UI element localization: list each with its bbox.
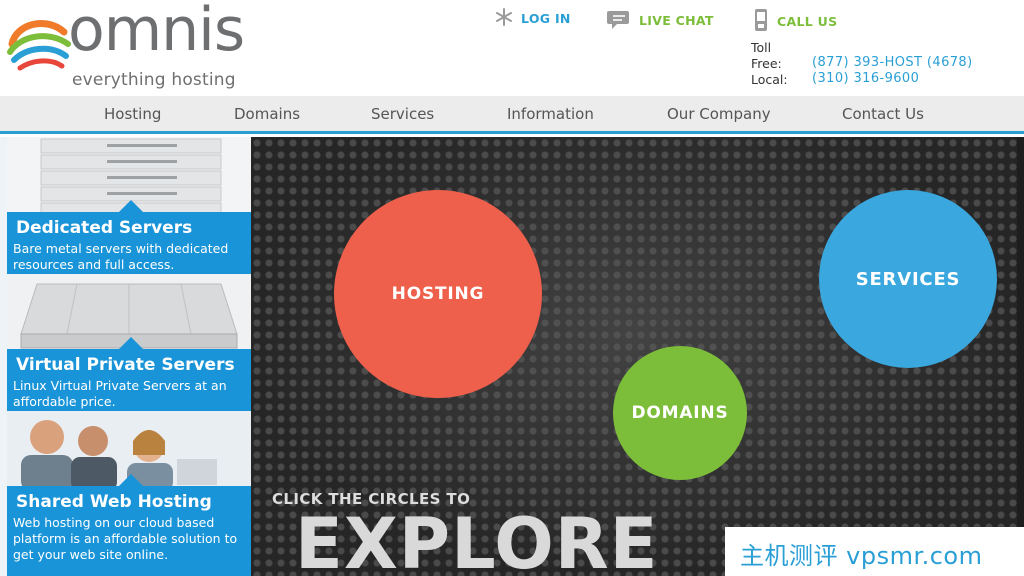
hosting-circle-button[interactable]: HOSTING — [334, 190, 542, 398]
vps-title: Virtual Private Servers — [16, 355, 235, 375]
login-link[interactable]: LOG IN — [495, 8, 571, 29]
domains-circle-label: DOMAINS — [631, 403, 729, 423]
hero-edge — [1017, 137, 1024, 576]
nav-item-domains[interactable]: Domains — [234, 96, 300, 131]
dedicated-title: Dedicated Servers — [16, 218, 193, 238]
logo-tagline: everything hosting — [72, 70, 236, 90]
shared-info-panel: Shared Web Hosting Web hosting on our cl… — [7, 474, 251, 576]
vps-description: Linux Virtual Private Servers at an affo… — [13, 378, 227, 409]
explore-heading: EXPLORE — [295, 503, 659, 576]
vps-info-panel: Virtual Private Servers Linux Virtual Pr… — [7, 337, 251, 411]
toll-label-line2: Free: — [751, 56, 782, 71]
toll-free-number[interactable]: (877) 393-HOST (4678) — [812, 55, 973, 70]
services-circle-button[interactable]: SERVICES — [819, 190, 997, 368]
nav-item-services[interactable]: Services — [371, 96, 434, 131]
omnis-logo-swirl-icon — [7, 20, 71, 71]
hero-banner: HOSTING SERVICES DOMAINS CLICK THE CIRCL… — [251, 137, 1017, 576]
card-virtual-private-servers[interactable]: Virtual Private Servers Linux Virtual Pr… — [7, 274, 251, 411]
call-us-link[interactable]: CALL US — [753, 8, 837, 35]
local-label: Local: — [751, 72, 788, 87]
phone-icon — [753, 8, 769, 35]
site-header: omnis everything hosting LOG IN LIVE CHA… — [0, 0, 1024, 96]
main-nav: Hosting Domains Services Information Our… — [0, 96, 1024, 134]
omnis-logo[interactable]: omnis everything hosting — [6, 0, 246, 90]
nav-item-hosting[interactable]: Hosting — [104, 96, 161, 131]
chat-bubble-icon — [607, 8, 631, 33]
asterisk-icon — [495, 8, 513, 29]
services-circle-label: SERVICES — [855, 268, 961, 290]
watermark-text: 主机测评 vpsmr.com — [740, 542, 983, 570]
watermark-banner: 主机测评 vpsmr.com — [725, 527, 1024, 576]
call-us-label: CALL US — [777, 14, 838, 29]
domains-circle-button[interactable]: DOMAINS — [613, 346, 747, 480]
nav-item-our-company[interactable]: Our Company — [667, 96, 771, 131]
live-chat-label: LIVE CHAT — [639, 13, 714, 28]
logo-wordmark: omnis — [68, 0, 245, 65]
local-number[interactable]: (310) 316-9600 — [812, 71, 919, 86]
login-label: LOG IN — [521, 11, 571, 26]
nav-item-contact-us[interactable]: Contact Us — [842, 96, 924, 131]
live-chat-link[interactable]: LIVE CHAT — [607, 8, 714, 33]
card-dedicated-servers[interactable]: Dedicated Servers Bare metal servers wit… — [7, 137, 251, 274]
product-sidebar: Dedicated Servers Bare metal servers wit… — [0, 137, 252, 576]
hosting-circle-label: HOSTING — [391, 284, 485, 304]
shared-description: Web hosting on our cloud based platform … — [13, 515, 238, 562]
card-shared-web-hosting[interactable]: Shared Web Hosting Web hosting on our cl… — [7, 411, 251, 576]
nav-item-information[interactable]: Information — [507, 96, 594, 131]
dedicated-info-panel: Dedicated Servers Bare metal servers wit… — [7, 200, 251, 274]
shared-title: Shared Web Hosting — [16, 492, 212, 512]
dedicated-description: Bare metal servers with dedicated resour… — [13, 241, 229, 272]
toll-label-line1: Toll — [751, 40, 772, 55]
